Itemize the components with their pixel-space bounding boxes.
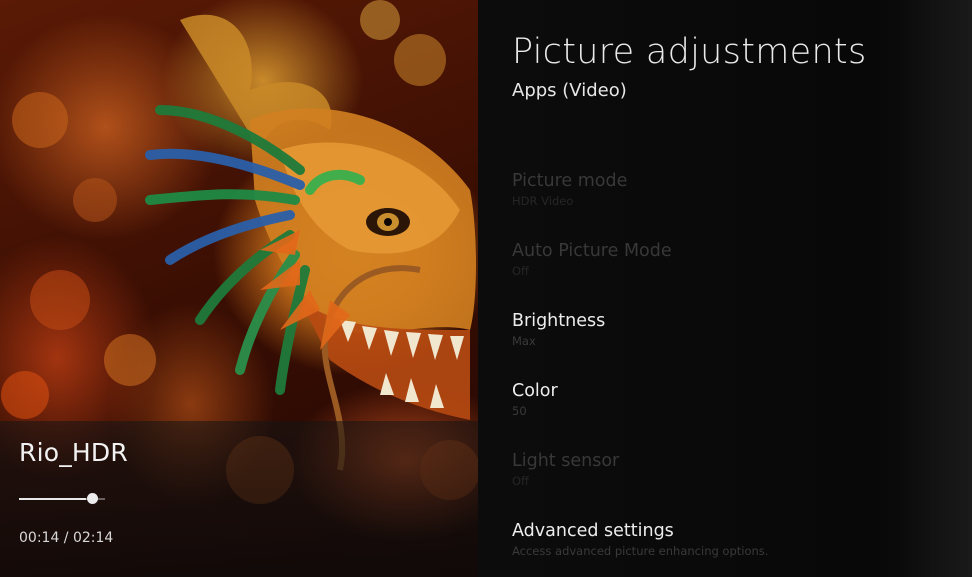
seek-progress	[19, 498, 86, 500]
menu-item-value: Off	[512, 264, 529, 278]
seek-handle[interactable]	[87, 493, 98, 504]
playback-time: 00:14 / 02:14	[19, 530, 114, 546]
menu-item-label: Light sensor	[512, 451, 620, 471]
menu-item-value: Access advanced picture enhancing option…	[512, 544, 769, 558]
picture-adjustments-panel: Picture adjustments Apps (Video) Picture…	[478, 0, 972, 577]
panel-title: Picture adjustments	[512, 32, 867, 72]
panel-edge-shade	[902, 0, 972, 577]
menu-item-label: Auto Picture Mode	[512, 241, 672, 261]
video-frame: Rio_HDR 00:14 / 02:14	[0, 0, 478, 577]
menu-item-value: HDR Video	[512, 194, 574, 208]
menu-item-label: Picture mode	[512, 171, 628, 191]
seek-bar[interactable]	[19, 493, 105, 504]
menu-item-picture-mode[interactable]: Picture mode HDR Video	[512, 170, 952, 209]
menu-item-label: Brightness	[512, 311, 606, 331]
menu-item-advanced-settings[interactable]: Advanced settings Access advanced pictur…	[512, 520, 952, 559]
menu-item-value: 50	[512, 404, 527, 418]
menu-item-label: Advanced settings	[512, 521, 674, 541]
menu-item-label: Color	[512, 381, 558, 401]
menu-item-light-sensor[interactable]: Light sensor Off	[512, 450, 952, 489]
video-title: Rio_HDR	[19, 438, 128, 467]
menu-item-value: Max	[512, 334, 536, 348]
menu-item-color[interactable]: Color 50	[512, 380, 952, 419]
menu-item-auto-picture-mode[interactable]: Auto Picture Mode Off	[512, 240, 952, 279]
menu-item-value: Off	[512, 474, 529, 488]
menu-item-brightness[interactable]: Brightness Max	[512, 310, 952, 349]
panel-subtitle: Apps (Video)	[512, 80, 627, 101]
